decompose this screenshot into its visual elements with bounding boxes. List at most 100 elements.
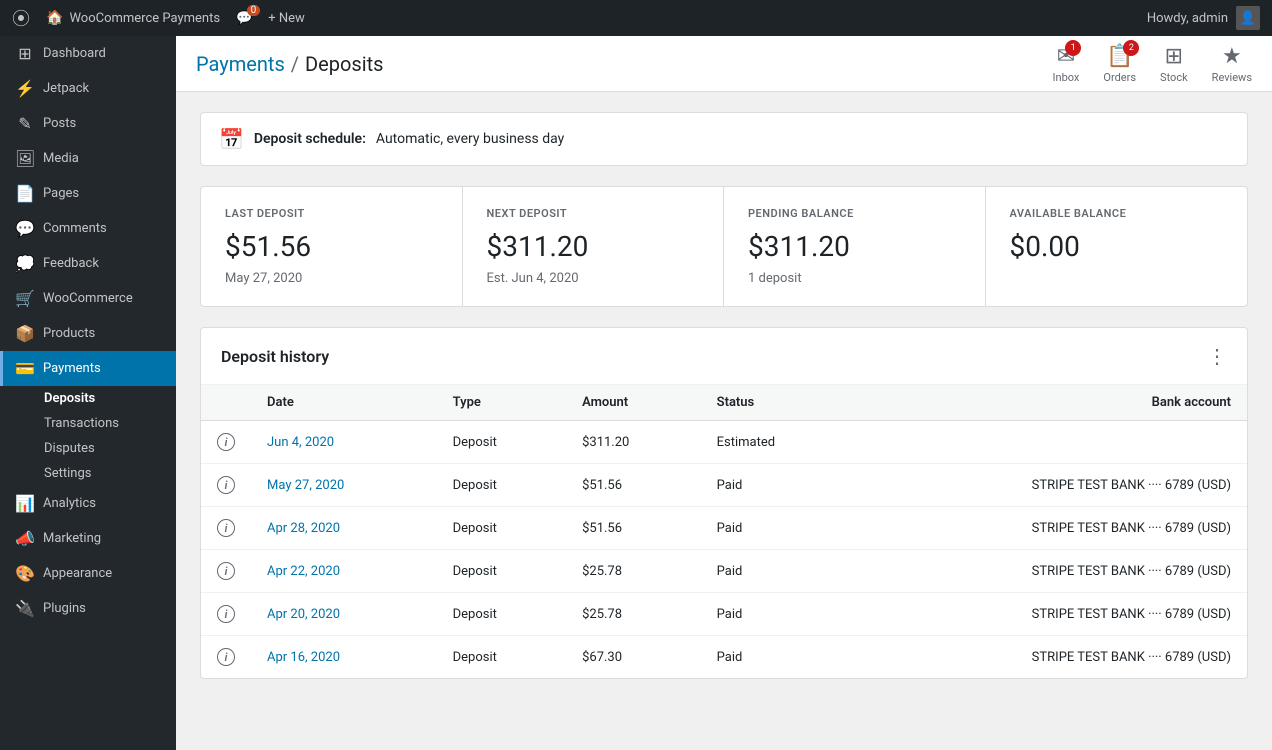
sidebar-item-feedback[interactable]: 💭 Feedback: [0, 246, 176, 281]
col-info: [201, 385, 251, 421]
admin-bar-new[interactable]: + New: [268, 11, 305, 26]
payments-icon: 💳: [15, 359, 35, 378]
plugins-icon: 🔌: [15, 599, 35, 618]
row-bank-account: STRIPE TEST BANK ···· 6789 (USD): [854, 507, 1247, 550]
header-action-orders[interactable]: 📋 2 Orders: [1103, 44, 1136, 84]
sidebar-label-posts: Posts: [43, 116, 76, 131]
info-circle-icon[interactable]: i: [217, 433, 235, 451]
card-pending-balance-value: $311.20: [748, 230, 961, 263]
row-info-icon[interactable]: i: [201, 464, 251, 507]
card-pending-balance: PENDING BALANCE $311.20 1 deposit: [724, 187, 986, 306]
card-next-deposit-label: NEXT DEPOSIT: [487, 207, 700, 220]
date-link[interactable]: Apr 16, 2020: [267, 650, 340, 665]
info-circle-icon[interactable]: i: [217, 648, 235, 666]
row-status: Paid: [701, 464, 855, 507]
submenu-settings[interactable]: Settings: [36, 461, 176, 486]
sidebar-item-woocommerce[interactable]: 🛒 WooCommerce: [0, 281, 176, 316]
col-amount: Amount: [566, 385, 701, 421]
appearance-icon: 🎨: [15, 564, 35, 583]
date-link[interactable]: Apr 20, 2020: [267, 607, 340, 622]
card-available-balance: AVAILABLE BALANCE $0.00: [986, 187, 1248, 306]
row-info-icon[interactable]: i: [201, 550, 251, 593]
date-link[interactable]: Apr 22, 2020: [267, 564, 340, 579]
submenu-deposits[interactable]: Deposits: [36, 386, 176, 411]
row-bank-account: STRIPE TEST BANK ···· 6789 (USD): [854, 593, 1247, 636]
content-area: Payments / Deposits ✉ 1 Inbox 📋 2: [176, 36, 1272, 750]
row-info-icon[interactable]: i: [201, 636, 251, 679]
sidebar-item-plugins[interactable]: 🔌 Plugins: [0, 591, 176, 626]
date-link[interactable]: Apr 28, 2020: [267, 521, 340, 536]
date-link[interactable]: Jun 4, 2020: [267, 435, 334, 450]
reviews-icon: ★: [1222, 44, 1242, 69]
card-next-deposit: NEXT DEPOSIT $311.20 Est. Jun 4, 2020: [463, 187, 725, 306]
sidebar-item-pages[interactable]: 📄 Pages: [0, 176, 176, 211]
sidebar-item-marketing[interactable]: 📣 Marketing: [0, 521, 176, 556]
card-last-deposit-sub: May 27, 2020: [225, 271, 438, 286]
user-avatar[interactable]: 👤: [1236, 6, 1260, 30]
row-amount: $51.56: [566, 507, 701, 550]
admin-bar-right: Howdy, admin 👤: [1147, 6, 1260, 30]
col-date: Date: [251, 385, 437, 421]
row-info-icon[interactable]: i: [201, 507, 251, 550]
table-row: i Jun 4, 2020 Deposit $311.20 Estimated: [201, 421, 1247, 464]
row-date: Apr 28, 2020: [251, 507, 437, 550]
deposit-history-header: Deposit history ⋮: [201, 328, 1247, 385]
row-bank-account: STRIPE TEST BANK ···· 6789 (USD): [854, 636, 1247, 679]
sidebar-label-analytics: Analytics: [43, 496, 96, 511]
breadcrumb-payments-link[interactable]: Payments: [196, 52, 285, 76]
sidebar-item-appearance[interactable]: 🎨 Appearance: [0, 556, 176, 591]
sidebar-label-comments: Comments: [43, 221, 107, 236]
info-circle-icon[interactable]: i: [217, 562, 235, 580]
wp-logo-icon[interactable]: ⦿: [12, 5, 30, 31]
breadcrumb-current: Deposits: [305, 52, 383, 76]
row-info-icon[interactable]: i: [201, 421, 251, 464]
sidebar-item-posts[interactable]: ✎ Posts: [0, 106, 176, 141]
row-type: Deposit: [437, 421, 566, 464]
card-last-deposit-value: $51.56: [225, 230, 438, 263]
sidebar-item-media[interactable]: 🖼 Media: [0, 141, 176, 176]
date-link[interactable]: May 27, 2020: [267, 478, 344, 493]
col-status: Status: [701, 385, 855, 421]
more-options-icon[interactable]: ⋮: [1207, 344, 1227, 368]
row-date: May 27, 2020: [251, 464, 437, 507]
sidebar-label-plugins: Plugins: [43, 601, 86, 616]
home-icon: 🏠: [46, 10, 63, 26]
sidebar-label-feedback: Feedback: [43, 256, 99, 271]
header-action-stock[interactable]: ⊞ Stock: [1160, 44, 1188, 84]
admin-bar-site[interactable]: 🏠 WooCommerce Payments: [46, 10, 220, 26]
sidebar-label-dashboard: Dashboard: [43, 46, 106, 61]
sidebar-item-dashboard[interactable]: ⊞ Dashboard: [0, 36, 176, 71]
row-type: Deposit: [437, 593, 566, 636]
submenu-disputes[interactable]: Disputes: [36, 436, 176, 461]
info-circle-icon[interactable]: i: [217, 605, 235, 623]
jetpack-icon: ⚡: [15, 79, 35, 98]
sidebar-item-comments[interactable]: 💬 Comments: [0, 211, 176, 246]
submenu-transactions[interactable]: Transactions: [36, 411, 176, 436]
info-circle-icon[interactable]: i: [217, 476, 235, 494]
table-row: i Apr 22, 2020 Deposit $25.78 Paid STRIP…: [201, 550, 1247, 593]
deposit-schedule-bar: 📅 Deposit schedule: Automatic, every bus…: [200, 112, 1248, 166]
row-type: Deposit: [437, 636, 566, 679]
row-type: Deposit: [437, 464, 566, 507]
admin-bar-comments[interactable]: 💬 0: [236, 11, 252, 26]
card-next-deposit-value: $311.20: [487, 230, 700, 263]
stock-label: Stock: [1160, 71, 1188, 84]
site-name: WooCommerce Payments: [69, 11, 220, 26]
deposit-schedule-value: Automatic, every business day: [376, 131, 564, 147]
row-date: Apr 22, 2020: [251, 550, 437, 593]
row-info-icon[interactable]: i: [201, 593, 251, 636]
sidebar-item-payments[interactable]: 💳 Payments: [0, 351, 176, 386]
card-last-deposit-label: LAST DEPOSIT: [225, 207, 438, 220]
header-action-inbox[interactable]: ✉ 1 Inbox: [1053, 44, 1080, 84]
sidebar-item-jetpack[interactable]: ⚡ Jetpack: [0, 71, 176, 106]
woocommerce-icon: 🛒: [15, 289, 35, 308]
info-circle-icon[interactable]: i: [217, 519, 235, 537]
col-type: Type: [437, 385, 566, 421]
sidebar-item-analytics[interactable]: 📊 Analytics: [0, 486, 176, 521]
main-layout: ⊞ Dashboard ⚡ Jetpack ✎ Posts 🖼 Media 📄 …: [0, 36, 1272, 750]
sidebar-item-products[interactable]: 📦 Products: [0, 316, 176, 351]
row-status: Paid: [701, 507, 855, 550]
header-action-reviews[interactable]: ★ Reviews: [1212, 44, 1252, 84]
row-date: Apr 20, 2020: [251, 593, 437, 636]
admin-bar: ⦿ 🏠 WooCommerce Payments 💬 0 + New Howdy…: [0, 0, 1272, 36]
